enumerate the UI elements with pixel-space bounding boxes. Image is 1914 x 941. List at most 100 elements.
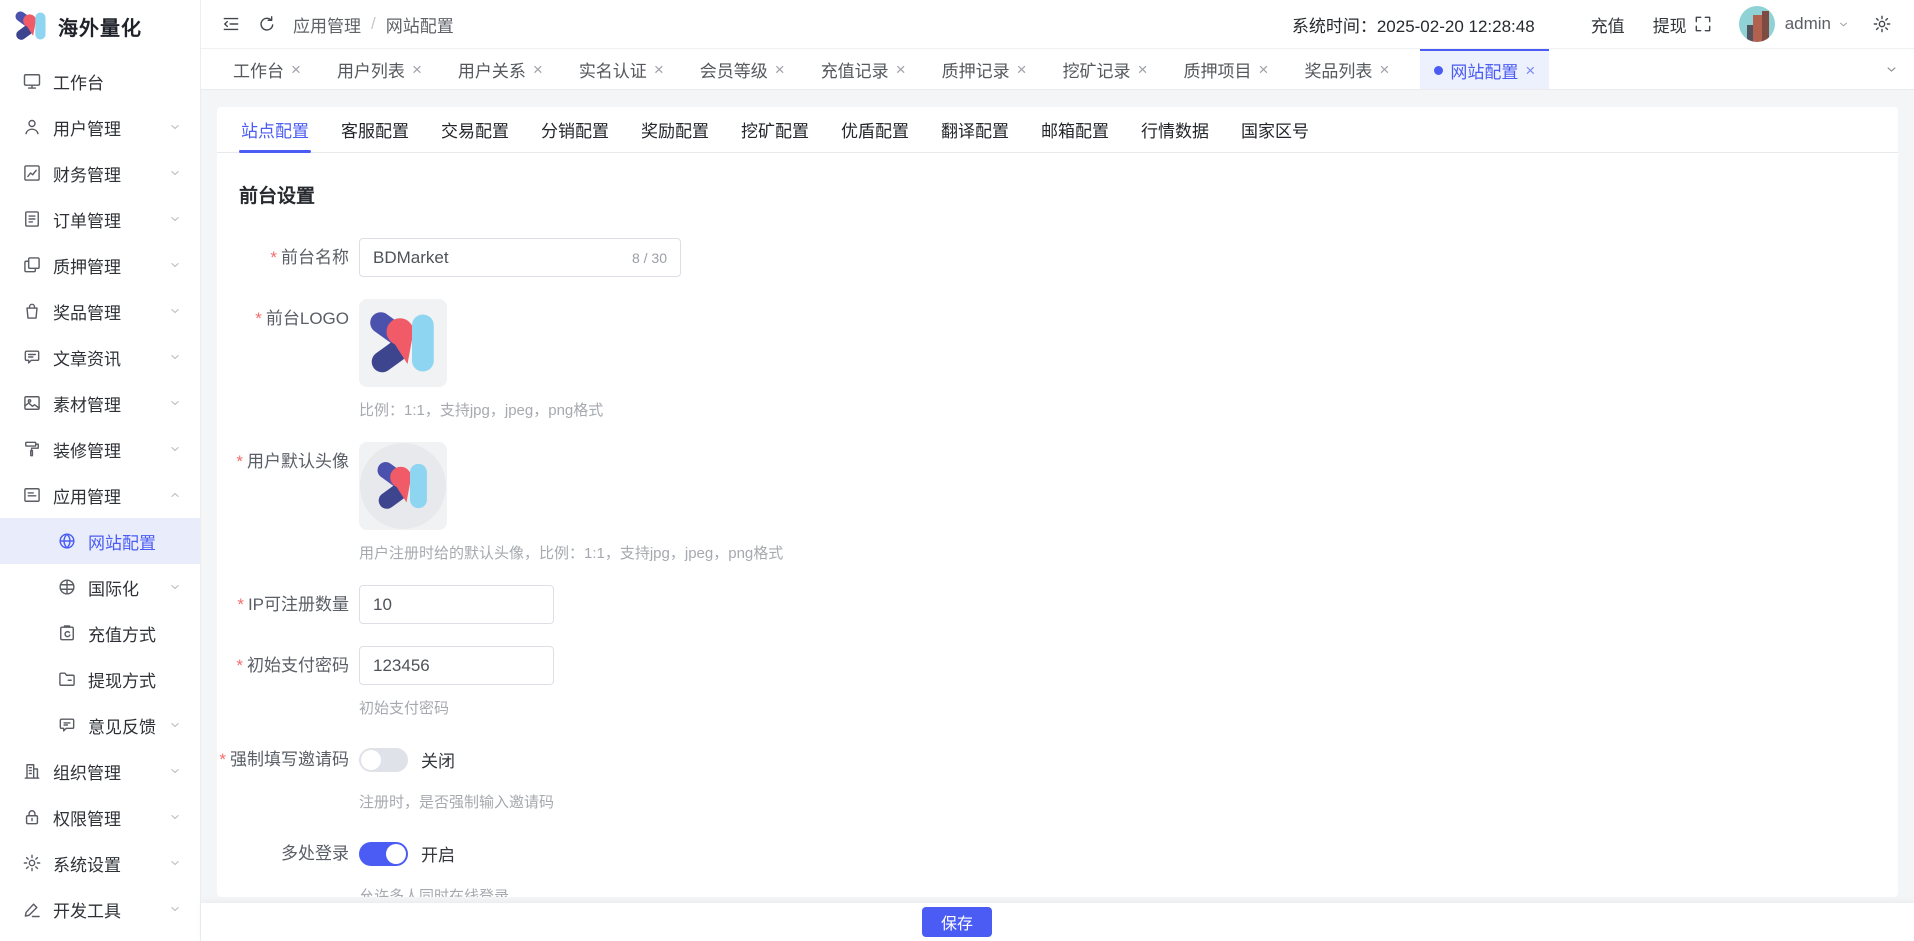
prize-icon: [22, 301, 42, 321]
tab-pledge-projects[interactable]: 质押项目 ×: [1179, 49, 1274, 89]
sidebar-item-workbench[interactable]: 工作台: [0, 58, 200, 104]
close-icon[interactable]: ×: [533, 61, 543, 78]
sidebar-item-org-mgmt[interactable]: 组织管理: [0, 748, 200, 794]
sidebar-item-label: 权限管理: [53, 805, 121, 830]
sidebar-item-prize-mgmt[interactable]: 奖品管理: [0, 288, 200, 334]
avatar[interactable]: [1739, 6, 1775, 42]
subtab-mailbox-config[interactable]: 邮箱配置: [1039, 107, 1111, 152]
ip-register-limit-input[interactable]: [373, 595, 540, 615]
subtab-reward-config[interactable]: 奖励配置: [639, 107, 711, 152]
sidebar-item-label: 系统设置: [53, 851, 121, 876]
tab-website-config[interactable]: 网站配置×: [1420, 49, 1549, 89]
fullscreen-icon[interactable]: [1693, 14, 1713, 34]
tab-real-name[interactable]: 实名认证×: [574, 49, 669, 89]
active-tab-dot: [1434, 66, 1443, 75]
user-menu[interactable]: admin: [1785, 14, 1850, 34]
multi-login-switch[interactable]: [359, 842, 408, 866]
sidebar-item-website-config[interactable]: 网站配置: [0, 518, 200, 564]
tab-user-list[interactable]: 用户列表×: [332, 49, 427, 89]
breadcrumb-item[interactable]: 网站配置: [386, 12, 454, 37]
footer-bar: 保存: [201, 903, 1914, 941]
save-button[interactable]: 保存: [922, 907, 992, 937]
sidebar-item-decorate-mgmt[interactable]: 装修管理: [0, 426, 200, 472]
subtab-trade-config[interactable]: 交易配置: [439, 107, 511, 152]
refresh-icon[interactable]: [257, 14, 277, 34]
subtab-service-config[interactable]: 客服配置: [339, 107, 411, 152]
tab-prize-list[interactable]: 奖品列表×: [1299, 49, 1394, 89]
tab-label: 质押记录: [942, 57, 1010, 82]
tab-label: 质押项目: [1184, 57, 1252, 82]
sidebar-item-withdraw-method[interactable]: 提现方式: [0, 656, 200, 702]
withdraw-button[interactable]: 提现: [1653, 12, 1687, 37]
chevron-down-icon: [1837, 18, 1850, 31]
tabs-more-dropdown[interactable]: [1868, 49, 1914, 89]
close-icon[interactable]: ×: [1017, 61, 1027, 78]
field-label: *IP可注册数量: [217, 585, 359, 624]
close-icon[interactable]: ×: [1138, 61, 1148, 78]
close-icon[interactable]: ×: [291, 61, 301, 78]
recharge-button[interactable]: 充值: [1591, 12, 1625, 37]
field-control: 初始支付密码: [359, 646, 554, 718]
subtab-country-code[interactable]: 国家区号: [1239, 107, 1311, 152]
chevron-up-icon: [168, 488, 182, 502]
tab-pledge-records[interactable]: 质押记录 ×: [937, 49, 1032, 89]
breadcrumb: 应用管理 / 网站配置: [293, 12, 454, 37]
site-logo-upload[interactable]: [359, 299, 447, 387]
tab-member-level[interactable]: 会员等级×: [695, 49, 790, 89]
subtab-youdun-config[interactable]: 优盾配置: [839, 107, 911, 152]
close-icon[interactable]: ×: [654, 61, 664, 78]
sidebar-item-permission-mgmt[interactable]: 权限管理: [0, 794, 200, 840]
app-icon: [22, 485, 42, 505]
init-pay-password-input-box: [359, 646, 554, 685]
required-asterisk: *: [219, 750, 226, 769]
sidebar-item-app-mgmt[interactable]: 应用管理: [0, 472, 200, 518]
sidebar-item-system-settings[interactable]: 系统设置: [0, 840, 200, 886]
sidebar-item-article-news[interactable]: 文章资讯: [0, 334, 200, 380]
sidebar-item-feedback[interactable]: 意见反馈: [0, 702, 200, 748]
required-asterisk: *: [255, 309, 262, 328]
brand: 海外量化: [0, 0, 200, 52]
close-icon[interactable]: ×: [1259, 61, 1269, 78]
sidebar-item-pledge-mgmt[interactable]: 质押管理: [0, 242, 200, 288]
breadcrumb-item[interactable]: 应用管理: [293, 12, 361, 37]
close-icon[interactable]: ×: [775, 61, 785, 78]
sidebar-item-order-mgmt[interactable]: 订单管理: [0, 196, 200, 242]
sidebar-item-i18n[interactable]: 国际化: [0, 564, 200, 610]
subtab-mining-config[interactable]: 挖矿配置: [739, 107, 811, 152]
subtab-site-config[interactable]: 站点配置: [239, 107, 311, 152]
tab-user-relation[interactable]: 用户关系 ×: [453, 49, 548, 89]
default-avatar-upload[interactable]: [359, 442, 447, 530]
close-icon[interactable]: ×: [412, 61, 422, 78]
collapse-sidebar-icon[interactable]: [221, 14, 241, 34]
subtab-market-data[interactable]: 行情数据: [1139, 107, 1211, 152]
sidebar-item-material-mgmt[interactable]: 素材管理: [0, 380, 200, 426]
close-icon[interactable]: ×: [1379, 61, 1389, 78]
website-icon: [57, 531, 77, 551]
sidebar-item-finance-mgmt[interactable]: 财务管理: [0, 150, 200, 196]
subtab-distribution-config[interactable]: 分销配置: [539, 107, 611, 152]
tab-mining-records[interactable]: 挖矿记录×: [1058, 49, 1153, 89]
chevron-down-icon: [168, 120, 182, 134]
gear-icon[interactable]: [1872, 14, 1892, 34]
decorate-icon: [22, 439, 42, 459]
tab-label: 用户关系: [458, 57, 526, 82]
init-pay-password-input[interactable]: [373, 656, 540, 676]
close-icon[interactable]: ×: [896, 61, 906, 78]
sidebar-item-dev-tools[interactable]: 开发工具: [0, 886, 200, 932]
close-icon[interactable]: ×: [1525, 62, 1535, 79]
order-icon: [22, 209, 42, 229]
subtab-translate-config[interactable]: 翻译配置: [939, 107, 1011, 152]
sidebar-item-recharge-method[interactable]: 充值方式: [0, 610, 200, 656]
required-asterisk: *: [236, 656, 243, 675]
sidebar-item-user-mgmt[interactable]: 用户管理: [0, 104, 200, 150]
field-control: [359, 585, 554, 624]
field-control: 比例：1:1，支持jpg，jpeg，png格式: [359, 299, 603, 420]
brand-logo: [14, 9, 48, 43]
site-name-input[interactable]: [373, 248, 624, 268]
recharge-icon: [57, 623, 77, 643]
force-invite-code-switch[interactable]: [359, 748, 408, 772]
tab-workbench[interactable]: 工作台×: [228, 49, 306, 89]
main-area: 应用管理 / 网站配置 系统时间：2025-02-20 12:28:48 充值 …: [201, 0, 1914, 941]
tab-recharge-records[interactable]: 充值记录×: [816, 49, 911, 89]
field-label: *用户默认头像: [217, 442, 359, 563]
